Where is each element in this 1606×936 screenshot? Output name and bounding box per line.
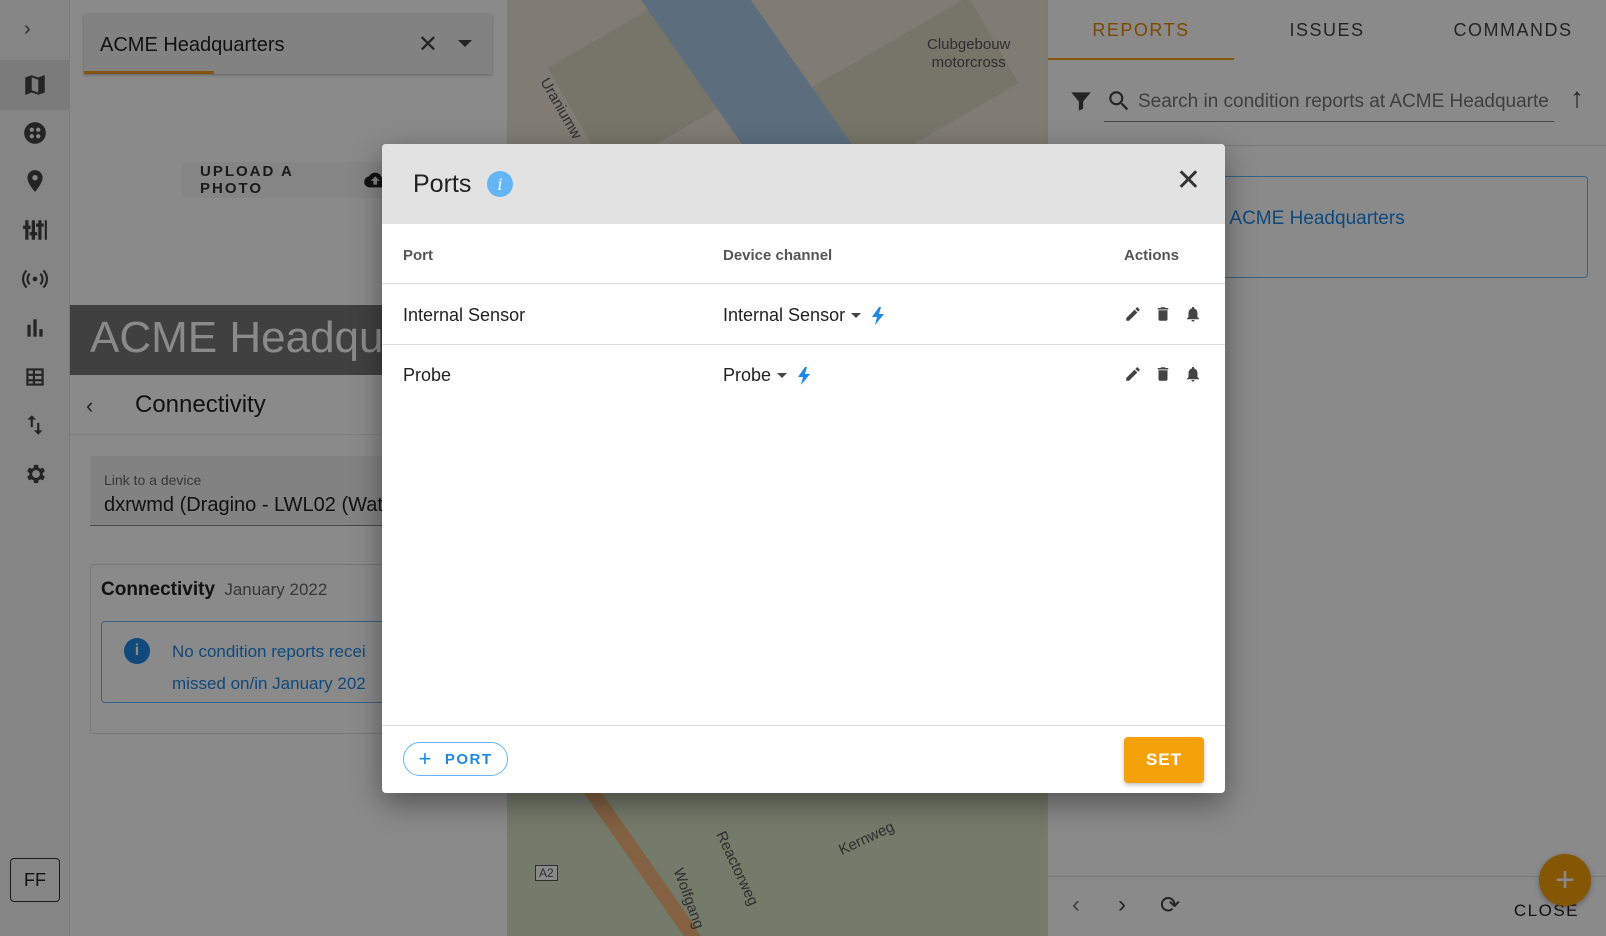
caret-down-icon	[851, 313, 862, 318]
row-actions	[1124, 365, 1202, 383]
bell-icon[interactable]	[1184, 365, 1202, 383]
edit-pencil-icon[interactable]	[1124, 365, 1142, 383]
caret-down-icon	[777, 373, 788, 378]
trash-icon[interactable]	[1154, 365, 1172, 383]
close-icon[interactable]: ✕	[1176, 166, 1201, 196]
channel-select[interactable]: Probe	[723, 365, 811, 386]
channel-value: Probe	[723, 365, 772, 385]
column-port: Port	[403, 247, 433, 264]
column-actions: Actions	[1124, 247, 1180, 264]
plus-icon: +	[418, 746, 433, 771]
trash-icon[interactable]	[1154, 305, 1172, 323]
ports-dialog: Ports i ✕ Port Device channel Actions In…	[382, 144, 1225, 793]
channel-value: Internal Sensor	[723, 305, 846, 325]
bell-icon[interactable]	[1184, 305, 1202, 323]
app-root: › FF ACME Headquarters ✕ UPLOAD A PHOTO …	[0, 0, 1606, 936]
port-name: Internal Sensor	[403, 305, 526, 325]
table-row: Probe Probe	[382, 345, 1225, 405]
ports-dialog-title: Ports	[413, 170, 472, 198]
channel-select[interactable]: Internal Sensor	[723, 305, 885, 326]
ports-table-header: Port Device channel Actions	[382, 224, 1225, 284]
lightning-icon	[872, 306, 885, 325]
edit-pencil-icon[interactable]	[1124, 305, 1142, 323]
add-port-button[interactable]: + PORT	[403, 742, 508, 776]
column-device-channel: Device channel	[723, 247, 833, 264]
ports-dialog-header: Ports i ✕	[382, 144, 1225, 224]
lightning-icon	[798, 366, 811, 385]
port-name: Probe	[403, 365, 452, 385]
ports-dialog-footer: + PORT SET	[382, 725, 1225, 793]
set-button[interactable]: SET	[1124, 737, 1204, 783]
add-port-label: PORT	[444, 750, 493, 768]
info-icon[interactable]: i	[487, 171, 513, 197]
row-actions	[1124, 305, 1202, 323]
table-row: Internal Sensor Internal Sensor	[382, 285, 1225, 345]
